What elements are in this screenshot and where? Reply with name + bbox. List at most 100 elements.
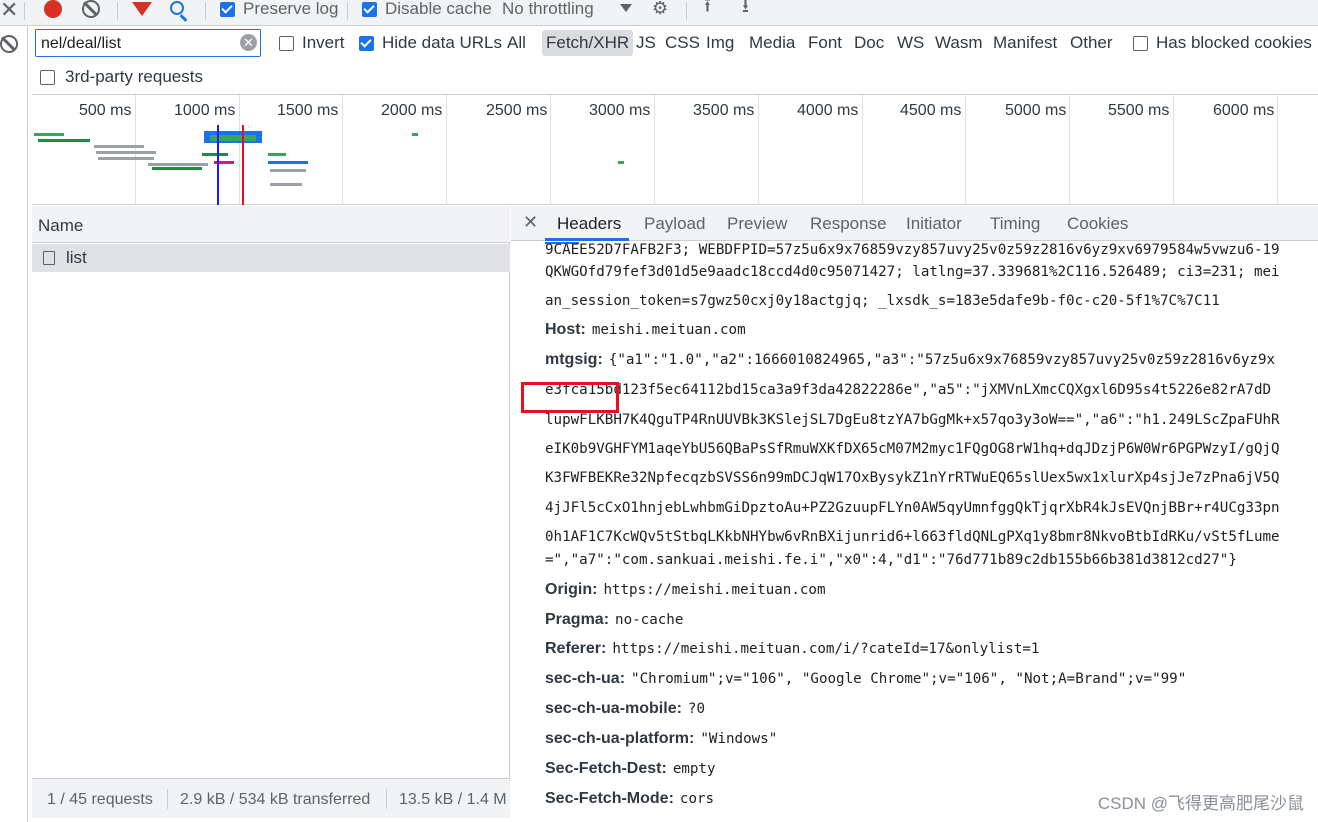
overview-gridline	[342, 95, 343, 205]
cookie-value-line: 9CAEE52D7FAFB2F3; WEBDFPID=57z5u6x9x7685…	[545, 242, 1280, 258]
mtgsig-value-line: eIK0b9VGHFYM1aqeYbU56QBaPsSfRmuWXKfDX65c…	[545, 441, 1280, 457]
headers-content: 9CAEE52D7FAFB2F3; WEBDFPID=57z5u6x9x7685…	[511, 242, 1318, 822]
filter-input[interactable]: nel/deal/list ✕	[35, 29, 261, 57]
divider	[386, 789, 387, 809]
type-filter-media[interactable]: Media	[749, 30, 795, 56]
name-column-header[interactable]: Name	[32, 206, 510, 243]
tab-headers[interactable]: Headers	[557, 214, 621, 234]
overview-request-bar	[34, 133, 64, 136]
overview-gridline	[1277, 95, 1278, 205]
tab-payload[interactable]: Payload	[644, 214, 705, 234]
type-filter-fetch-xhr[interactable]: Fetch/XHR	[542, 30, 634, 56]
disable-cache-checkbox[interactable]: Disable cache	[362, 0, 492, 24]
divider	[24, 2, 25, 20]
mtgsig-value-line: e3fca15bd123f5ec64112bd15ca3a9f3da428222…	[545, 382, 1272, 398]
mtgsig-value-line: 0h1AF1C7KcWQv5tStbqLKkbNHYbw6vRnBXijunri…	[545, 529, 1280, 545]
header-value: empty	[672, 761, 716, 777]
header-key: sec-ch-ua:	[545, 670, 626, 687]
header-value: "Windows"	[700, 731, 778, 747]
type-filter-wasm[interactable]: Wasm	[935, 30, 983, 56]
invert-label: Invert	[302, 33, 345, 52]
search-icon[interactable]	[170, 0, 188, 24]
tab-timing[interactable]: Timing	[990, 214, 1040, 234]
overview-request-bar	[270, 169, 306, 172]
header-row-sec-ch-ua: sec-ch-ua: "Chromium";v="106", "Google Ch…	[545, 670, 1186, 688]
block-icon[interactable]	[0, 35, 18, 53]
checkbox-unchecked-icon	[40, 69, 55, 85]
checkbox-unchecked-icon	[279, 35, 294, 51]
throttling-select[interactable]: No throttling	[502, 0, 594, 24]
overview-tick-label: 4500 ms	[900, 102, 962, 119]
header-key: mtgsig:	[545, 351, 603, 368]
resources-size: 13.5 kB / 1.4 M	[399, 791, 507, 808]
clear-filter-icon[interactable]: ✕	[240, 34, 257, 51]
filter-input-value: nel/deal/list	[41, 35, 122, 52]
highlight-box	[521, 382, 619, 413]
preserve-log-checkbox[interactable]: Preserve log	[220, 0, 338, 24]
network-overview[interactable]: 500 ms 1000 ms 1500 ms 2000 ms 2500 ms 3…	[32, 94, 1318, 205]
tab-preview[interactable]: Preview	[727, 214, 787, 234]
overview-tick-label: 6000 ms	[1213, 102, 1275, 119]
overview-request-bar	[268, 161, 308, 164]
invert-checkbox[interactable]: Invert	[279, 33, 345, 53]
overview-gridline	[965, 95, 966, 205]
header-value: {"a1":"1.0","a2":1666010824965,"a3":"57z…	[608, 352, 1276, 368]
header-value: https://meishi.meituan.com	[603, 582, 826, 598]
divider	[347, 2, 348, 20]
header-key: sec-ch-ua-mobile:	[545, 700, 682, 717]
overview-request-bar	[412, 133, 418, 136]
type-filter-all[interactable]: All	[507, 30, 526, 56]
load-event-marker	[242, 125, 244, 205]
overview-gridline	[550, 95, 551, 205]
overview-gridline	[654, 95, 655, 205]
header-row-sec-fetch-mode: Sec-Fetch-Mode: cors	[545, 790, 714, 808]
details-tab-bar: ✕ Headers Payload Preview Response Initi…	[511, 206, 1318, 241]
overview-tick-label: 500 ms	[79, 102, 132, 119]
cookie-value-line: an_session_token=s7gwz50cxj0y18actgjq; _…	[545, 293, 1220, 309]
close-details-icon[interactable]: ✕	[523, 212, 538, 233]
throttling-value: No throttling	[502, 0, 594, 18]
name-column-label: Name	[38, 216, 84, 235]
clear-log-icon[interactable]	[82, 0, 100, 24]
network-conditions-icon[interactable]: ⚙	[652, 0, 668, 24]
type-filter-js[interactable]: JS	[636, 30, 656, 56]
request-details-panel: ✕ Headers Payload Preview Response Initi…	[511, 206, 1318, 822]
tab-initiator[interactable]: Initiator	[906, 214, 962, 234]
checkbox-unchecked-icon	[1133, 35, 1148, 51]
overview-tick-label: 3000 ms	[589, 102, 651, 119]
header-key: Origin:	[545, 581, 598, 598]
hide-data-urls-checkbox[interactable]: Hide data URLs	[359, 33, 502, 53]
header-key: Sec-Fetch-Mode:	[545, 790, 674, 807]
mtgsig-value-line: =","a7":"com.sankuai.meishi.fe.i","x0":4…	[545, 552, 1237, 568]
overview-request-bar	[148, 163, 208, 166]
record-icon[interactable]	[44, 0, 62, 24]
has-blocked-cookies-checkbox[interactable]: Has blocked cookies	[1133, 33, 1312, 53]
type-filter-manifest[interactable]: Manifest	[993, 30, 1057, 56]
header-row-host: Host: meishi.meituan.com	[545, 321, 746, 339]
third-party-checkbox[interactable]: 3rd-party requests	[40, 67, 203, 87]
type-filter-doc[interactable]: Doc	[854, 30, 884, 56]
network-summary-bar: 1 / 45 requests 2.9 kB / 534 kB transfer…	[32, 778, 510, 818]
has-blocked-cookies-label: Has blocked cookies	[1156, 33, 1312, 52]
third-party-label: 3rd-party requests	[65, 67, 203, 86]
chevron-down-icon[interactable]	[620, 0, 632, 24]
left-gutter	[0, 26, 28, 822]
import-har-icon[interactable]: ⭱	[704, 0, 711, 24]
overview-gridline	[1069, 95, 1070, 205]
close-icon[interactable]: ✕	[0, 0, 18, 22]
filter-icon[interactable]	[132, 0, 152, 24]
export-har-icon[interactable]: ⭳	[742, 0, 749, 24]
table-row[interactable]: list	[32, 244, 510, 272]
overview-request-bar	[38, 139, 90, 142]
type-filter-css[interactable]: CSS	[665, 30, 700, 56]
type-filter-ws[interactable]: WS	[897, 30, 924, 56]
header-row-origin: Origin: https://meishi.meituan.com	[545, 581, 826, 599]
hide-data-urls-label: Hide data URLs	[382, 33, 503, 52]
header-key: sec-ch-ua-platform:	[545, 730, 695, 747]
tab-response[interactable]: Response	[810, 214, 887, 234]
type-filter-img[interactable]: Img	[706, 30, 734, 56]
type-filter-other[interactable]: Other	[1070, 30, 1113, 56]
overview-request-bar	[202, 153, 228, 156]
tab-cookies[interactable]: Cookies	[1067, 214, 1128, 234]
type-filter-font[interactable]: Font	[808, 30, 842, 56]
